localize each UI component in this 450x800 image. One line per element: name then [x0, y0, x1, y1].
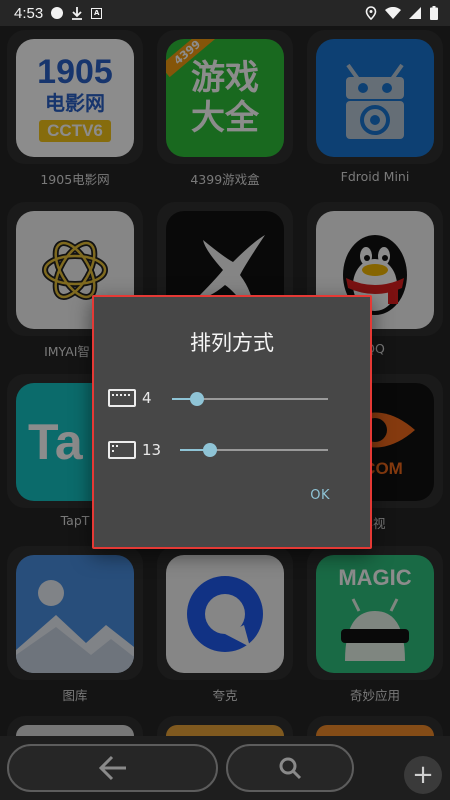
- back-button[interactable]: [7, 744, 218, 792]
- signal-icon: [409, 6, 421, 19]
- columns-slider[interactable]: [172, 392, 328, 406]
- add-button[interactable]: +: [404, 756, 442, 794]
- location-icon: [365, 6, 377, 20]
- notification-dot-icon: [51, 7, 64, 19]
- slider-thumb[interactable]: [189, 392, 204, 406]
- search-button[interactable]: [226, 744, 354, 792]
- columns-grid-icon: [108, 389, 136, 407]
- bottom-bar: +: [0, 736, 450, 800]
- columns-value: 4: [142, 389, 152, 407]
- layout-dialog: 排列方式 4 13 OK: [92, 295, 372, 549]
- ok-button[interactable]: OK: [310, 488, 330, 503]
- slider-thumb[interactable]: [202, 443, 217, 457]
- wifi-icon: [385, 6, 401, 19]
- arrow-left-icon: [98, 755, 126, 781]
- rows-value: 13: [142, 441, 162, 459]
- app-notification-icon: A: [91, 7, 103, 19]
- download-icon: [72, 7, 83, 20]
- battery-icon: [430, 6, 438, 20]
- dialog-title: 排列方式: [190, 331, 274, 355]
- search-icon: [279, 757, 302, 780]
- rows-list-icon: [108, 441, 136, 459]
- status-bar: 4:53 A: [0, 0, 450, 26]
- status-time: 4:53: [14, 4, 44, 22]
- rows-slider[interactable]: [180, 443, 328, 457]
- plus-icon: +: [412, 760, 434, 790]
